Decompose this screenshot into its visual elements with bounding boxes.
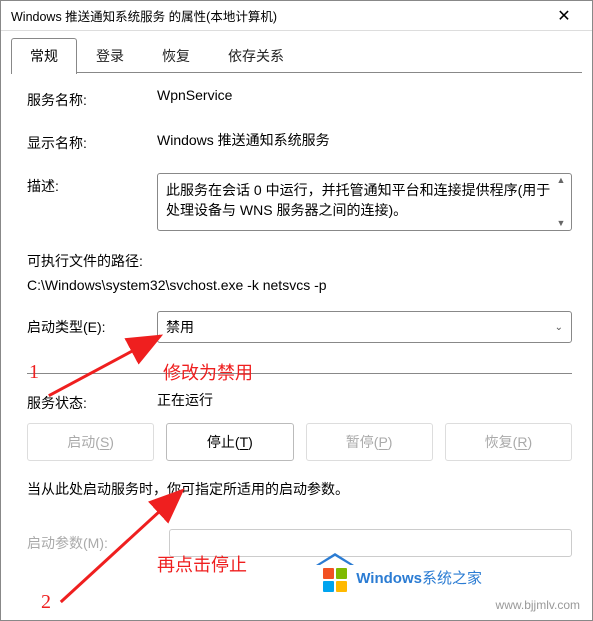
- close-button[interactable]: ✕: [544, 2, 584, 30]
- scroll-up-icon[interactable]: ▲: [557, 176, 566, 185]
- section-divider: [27, 373, 572, 374]
- scroll-down-icon[interactable]: ▼: [557, 219, 566, 228]
- close-icon: ✕: [557, 6, 570, 26]
- tab-strip: 常规 登录 恢复 依存关系: [1, 31, 592, 73]
- label-description: 描述:: [27, 173, 157, 196]
- window-title: Windows 推送通知系统服务 的属性(本地计算机): [11, 6, 277, 25]
- label-startup-type: 启动类型(E):: [27, 311, 157, 337]
- resume-button: 恢复(R): [445, 423, 572, 461]
- label-service-name: 服务名称:: [27, 87, 157, 110]
- tab-dependencies[interactable]: 依存关系: [209, 38, 303, 74]
- label-display-name: 显示名称:: [27, 130, 157, 153]
- tab-logon[interactable]: 登录: [77, 38, 143, 74]
- startup-type-select[interactable]: 禁用 ⌄: [157, 311, 572, 343]
- value-description: 此服务在会话 0 中运行，并托管通知平台和连接提供程序(用于处理设备与 WNS …: [166, 182, 550, 218]
- watermark-logo: Windows系统之家: [320, 562, 482, 592]
- description-scrollbar[interactable]: ▲ ▼: [553, 176, 569, 228]
- watermark-url: www.bjjmlv.com: [496, 598, 580, 612]
- watermark-text: Windows系统之家: [356, 567, 482, 588]
- title-bar: Windows 推送通知系统服务 的属性(本地计算机) ✕: [1, 1, 592, 31]
- properties-dialog: Windows 推送通知系统服务 的属性(本地计算机) ✕ 常规 登录 恢复 依…: [0, 0, 593, 621]
- value-service-status: 正在运行: [157, 390, 572, 410]
- label-service-status: 服务状态:: [27, 390, 157, 413]
- windows-house-icon: [320, 562, 350, 592]
- start-params-input: [169, 529, 572, 557]
- chevron-down-icon: ⌄: [555, 322, 563, 333]
- label-start-params: 启动参数(M):: [27, 533, 157, 553]
- stop-button[interactable]: 停止(T): [166, 423, 293, 461]
- value-display-name: Windows 推送通知系统服务: [157, 130, 572, 150]
- value-startup-type: 禁用: [166, 317, 194, 337]
- start-params-hint: 当从此处启动服务时，你可指定所适用的启动参数。: [27, 479, 572, 499]
- tab-recovery[interactable]: 恢复: [143, 38, 209, 74]
- label-exec-path: 可执行文件的路径:: [27, 251, 572, 271]
- value-service-name: WpnService: [157, 87, 572, 103]
- tab-general[interactable]: 常规: [11, 38, 77, 74]
- description-textbox[interactable]: 此服务在会话 0 中运行，并托管通知平台和连接提供程序(用于处理设备与 WNS …: [157, 173, 572, 231]
- value-exec-path: C:\Windows\system32\svchost.exe -k netsv…: [27, 277, 572, 293]
- start-button: 启动(S): [27, 423, 154, 461]
- annotation-number-2: 2: [41, 591, 51, 614]
- pause-button: 暂停(P): [306, 423, 433, 461]
